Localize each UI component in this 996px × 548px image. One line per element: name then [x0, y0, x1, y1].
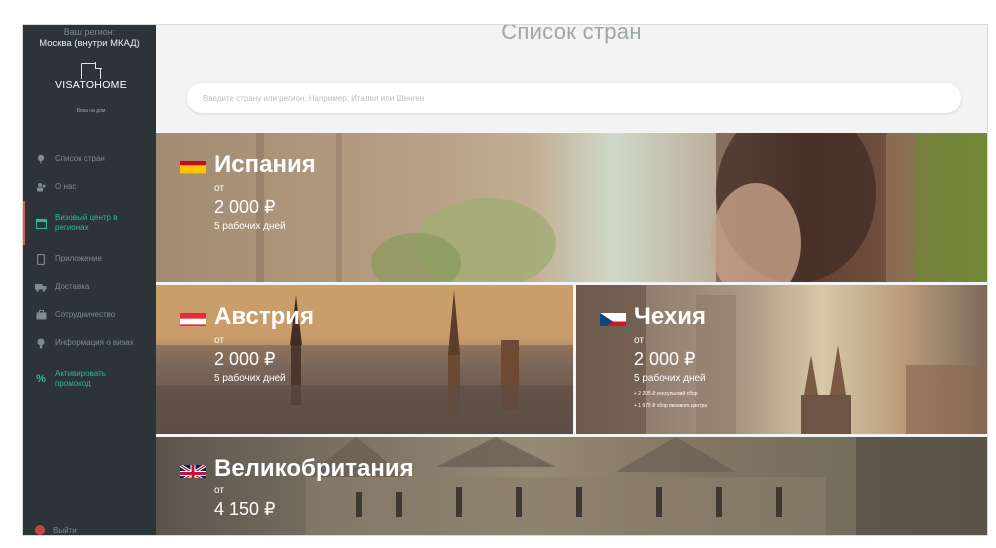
sidebar-item-visa-centers[interactable]: Визовый центр в регионах — [23, 201, 156, 245]
sidebar-item-label: Приложение — [55, 254, 102, 263]
visa-center-fee-note: + 1 675 ₽ сбор визового центра — [634, 403, 708, 409]
price-from-label: от — [214, 183, 224, 194]
country-name: Великобритания — [180, 455, 414, 483]
country-card-uk[interactable]: Великобритания от 4 150 ₽ — [156, 437, 987, 535]
uk-flag-icon — [180, 461, 206, 478]
price-value: 2 000 ₽ — [214, 197, 276, 217]
processing-days: 5 рабочих дней — [214, 221, 286, 232]
phone-icon — [35, 253, 47, 265]
sidebar-nav: Список стран О нас Визовый центр в регио… — [23, 145, 156, 401]
info-icon — [35, 337, 47, 349]
price-value: 2 000 ₽ — [634, 349, 696, 369]
sidebar-item-delivery[interactable]: Доставка — [23, 273, 156, 301]
region-value[interactable]: Москва (внутри МКАД) — [23, 38, 156, 50]
logo-tagline: Виза на дом — [76, 108, 106, 114]
processing-days: 5 рабочих дней — [634, 373, 706, 384]
sidebar-item-cooperation[interactable]: Сотрудничество — [23, 301, 156, 329]
search-input[interactable] — [201, 92, 945, 104]
consular-fee-note: + 2 205 ₽ консульский сбор — [634, 391, 698, 397]
globe-icon — [35, 153, 47, 165]
price-value: 4 150 ₽ — [214, 499, 276, 519]
logo-text: VISATOHOME — [41, 79, 141, 91]
sidebar-item-promocode[interactable]: % Активировать промокод — [23, 357, 156, 401]
exit-label: Выйти — [53, 525, 77, 535]
price-from-label: от — [634, 335, 644, 346]
price-from-label: от — [214, 335, 224, 346]
sidebar-item-label: Список стран — [55, 154, 105, 163]
region-label: Ваш регион: — [63, 27, 116, 37]
sidebar: Ваш регион: Москва (внутри МКАД) VISATOH… — [23, 25, 156, 535]
truck-icon — [35, 281, 47, 293]
sidebar-item-countries[interactable]: Список стран — [23, 145, 156, 173]
sidebar-item-label: О нас — [55, 182, 77, 191]
country-name: Испания — [180, 151, 316, 179]
price-value: 2 000 ₽ — [214, 349, 276, 369]
spain-flag-icon — [180, 157, 206, 174]
sidebar-item-label: Активировать промокод — [55, 369, 106, 388]
price-from-label: от — [214, 485, 224, 496]
briefcase-icon — [35, 309, 47, 321]
main-content: Список стран Испания от — [156, 25, 987, 535]
sidebar-item-label: Сотрудничество — [55, 310, 116, 319]
power-icon — [35, 525, 45, 535]
sidebar-item-visa-info[interactable]: Информация о визах — [23, 329, 156, 357]
czech-flag-icon — [600, 309, 626, 326]
calendar-icon — [35, 217, 47, 229]
country-name-text: Австрия — [214, 303, 315, 330]
region-selector[interactable]: Ваш регион: Москва (внутри МКАД) — [23, 25, 156, 50]
processing-days: 5 рабочих дней — [214, 373, 286, 384]
country-name-text: Чехия — [634, 303, 706, 330]
austria-flag-icon — [180, 309, 206, 326]
search-bar[interactable] — [187, 83, 961, 113]
sidebar-item-about[interactable]: О нас — [23, 173, 156, 201]
uk-background-image — [306, 437, 987, 535]
country-name-text: Испания — [214, 151, 316, 178]
sidebar-item-label: Доставка — [55, 282, 90, 291]
country-name: Чехия — [600, 303, 706, 331]
page-title: Список стран — [501, 24, 642, 44]
app-window: Ваш регион: Москва (внутри МКАД) VISATOH… — [22, 24, 988, 536]
sidebar-item-label: Информация о визах — [55, 338, 134, 347]
country-card-czech[interactable]: Чехия от 2 000 ₽ 5 рабочих дней + 2 205 … — [576, 285, 987, 434]
country-card-austria[interactable]: Австрия от 2 000 ₽ 5 рабочих дней — [156, 285, 573, 434]
people-icon — [35, 181, 47, 193]
percent-icon: % — [36, 373, 46, 385]
exit-button[interactable]: Выйти — [35, 525, 77, 535]
country-name-text: Великобритания — [214, 455, 414, 482]
sidebar-item-label: Визовый центр в регионах — [55, 213, 118, 232]
logo[interactable]: VISATOHOME Виза на дом — [41, 62, 141, 121]
sidebar-item-app[interactable]: Приложение — [23, 245, 156, 273]
country-card-spain[interactable]: Испания от 2 000 ₽ 5 рабочих дней — [156, 133, 987, 282]
country-name: Австрия — [180, 303, 314, 331]
